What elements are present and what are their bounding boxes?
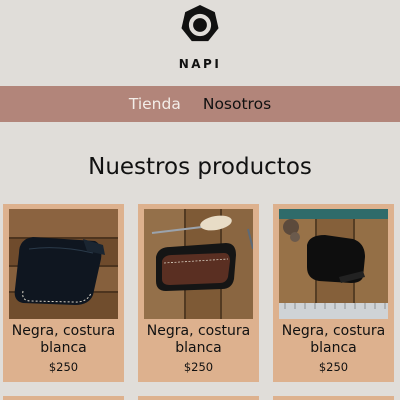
- product-price: $250: [318, 360, 349, 374]
- nav-link-tienda[interactable]: Tienda: [129, 95, 181, 113]
- product-name[interactable]: Negra, costura blanca: [279, 323, 388, 357]
- product-price: $250: [48, 360, 79, 374]
- product-card[interactable]: Negra, costura blanca $250: [3, 204, 124, 382]
- product-grid: Negra, costura blanca $250 Negra, costur…: [3, 204, 397, 382]
- product-card[interactable]: Negra, costura blanca $250: [273, 204, 394, 382]
- product-card-partial[interactable]: [138, 396, 259, 400]
- section-title: Nuestros productos: [88, 154, 312, 180]
- product-price: $250: [183, 360, 214, 374]
- main-nav: Tienda Nosotros: [0, 86, 400, 122]
- product-card[interactable]: Negra, costura blanca $250: [138, 204, 259, 382]
- nav-link-nosotros[interactable]: Nosotros: [203, 95, 271, 113]
- site-header: NAPI: [0, 0, 400, 86]
- product-photo[interactable]: [279, 209, 388, 319]
- product-name[interactable]: Negra, costura blanca: [144, 323, 253, 357]
- product-name[interactable]: Negra, costura blanca: [9, 323, 118, 357]
- product-card-partial[interactable]: [273, 396, 394, 400]
- brand-name[interactable]: NAPI: [0, 57, 400, 71]
- product-photo[interactable]: [9, 209, 118, 319]
- brand-logo-icon[interactable]: [180, 4, 220, 44]
- product-card-partial[interactable]: [3, 396, 124, 400]
- product-photo[interactable]: [144, 209, 253, 319]
- product-grid-next-row: [3, 396, 397, 400]
